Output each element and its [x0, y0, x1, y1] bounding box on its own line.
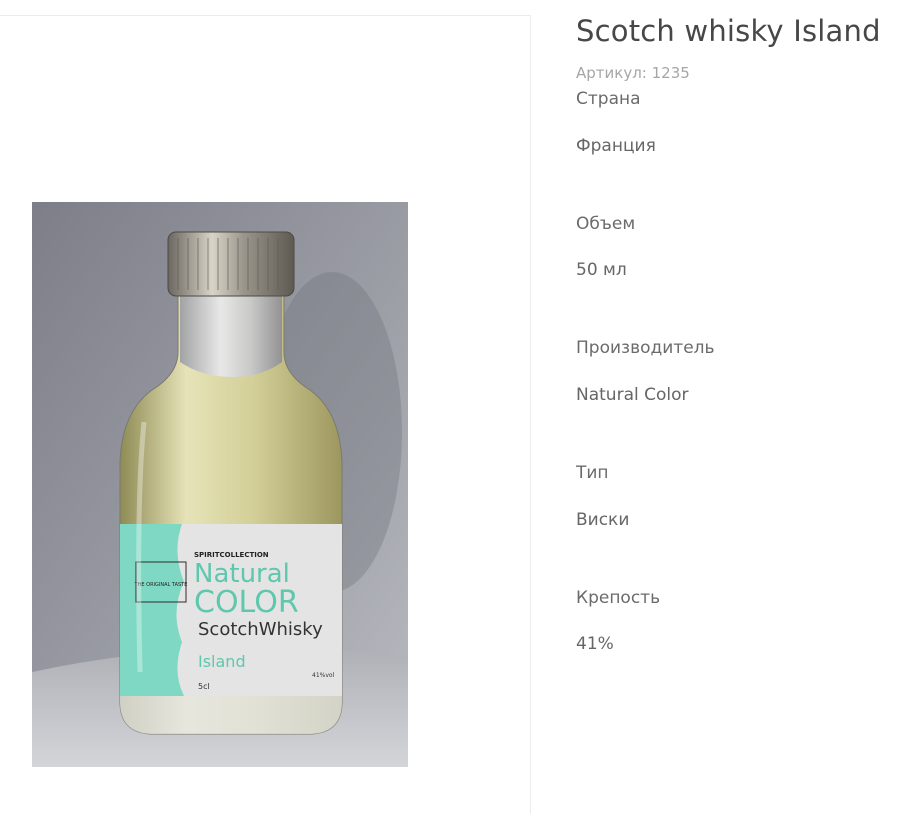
- attr-country-value: Франция: [576, 136, 656, 156]
- attr-strength-label: Крепость: [576, 588, 661, 608]
- label-variant: Island: [198, 652, 246, 671]
- top-divider: [0, 15, 530, 16]
- attr-manufacturer-value: Natural Color: [576, 385, 689, 405]
- column-divider: [530, 15, 531, 814]
- label-brand-top: SPIRITCOLLECTION: [194, 551, 269, 559]
- label-product-line: ScotchWhisky: [198, 619, 323, 640]
- bottle-illustration: THE ORIGINAL TASTE SPIRITCOLLECTION Natu…: [32, 202, 408, 767]
- attr-type-label: Тип: [576, 463, 609, 483]
- product-title: Scotch whisky Island: [576, 14, 881, 48]
- product-image[interactable]: THE ORIGINAL TASTE SPIRITCOLLECTION Natu…: [32, 202, 408, 767]
- attr-volume-label: Объем: [576, 214, 636, 234]
- label-abv: 41%vol: [312, 672, 335, 679]
- attr-manufacturer-label: Производитель: [576, 338, 715, 358]
- label-badge: THE ORIGINAL TASTE: [134, 582, 188, 588]
- attr-strength-value: 41%: [576, 634, 614, 654]
- attr-type-value: Виски: [576, 510, 630, 530]
- product-sku: Артикул: 1235: [576, 64, 690, 82]
- attr-volume-value: 50 мл: [576, 260, 627, 280]
- attr-country-label: Страна: [576, 89, 641, 109]
- label-volume: 5cl: [198, 682, 210, 691]
- label-brand-line2: COLOR: [194, 585, 299, 620]
